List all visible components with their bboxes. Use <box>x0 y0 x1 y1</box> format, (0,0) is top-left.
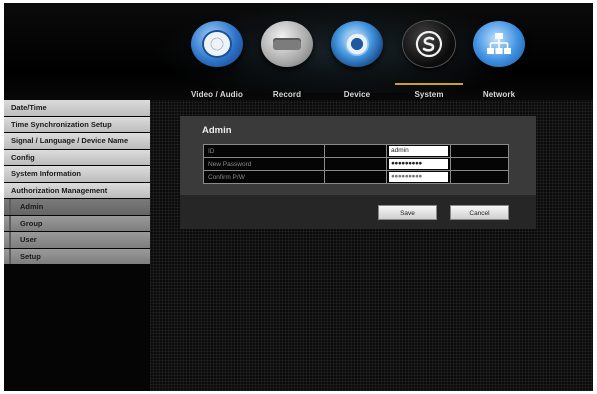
tab-record-label: Record <box>272 90 302 99</box>
tab-system-label: System <box>414 90 444 99</box>
sidebar-subitem-group[interactable]: Group <box>4 215 150 231</box>
sidebar-item-system-information[interactable]: System Information <box>4 166 150 182</box>
cancel-button[interactable]: Cancel <box>450 205 509 220</box>
new-password-label: New Password <box>203 157 325 171</box>
form-row-new-password: New Password ●●●●●●●●● <box>203 157 509 171</box>
admin-form-table: ID admin New Password ●●●●●●●●● Confirm … <box>203 144 509 184</box>
form-row-id: ID admin <box>203 144 509 158</box>
tab-video-audio[interactable]: Video / Audio <box>177 21 257 100</box>
panel-title: Admin <box>202 125 232 136</box>
tab-system[interactable]: System <box>389 21 469 100</box>
form-spacer-cell <box>450 157 509 171</box>
hard-drive-icon <box>261 21 313 67</box>
sidebar-item-date-time[interactable]: Date/Time <box>4 100 150 116</box>
settings-sidebar: Date/Time Time Synchronization Setup Sig… <box>4 100 150 265</box>
tab-record[interactable]: Record <box>247 21 327 100</box>
form-spacer-cell <box>450 170 509 184</box>
device-gear-icon <box>331 21 383 67</box>
sidebar-item-config[interactable]: Config <box>4 149 150 165</box>
new-password-field[interactable]: ●●●●●●●●● <box>389 159 448 169</box>
top-menu-bar: Video / Audio Record Device System Netwo… <box>4 3 593 100</box>
confirm-password-field[interactable]: ●●●●●●●●● <box>389 172 448 182</box>
content-area: Admin ID admin New Password ●●●●●●●●● Co… <box>150 100 593 391</box>
form-spacer-cell <box>324 157 387 171</box>
button-bar: Save Cancel <box>180 195 536 229</box>
tab-network[interactable]: Network <box>459 21 539 100</box>
tab-network-label: Network <box>482 90 516 99</box>
confirm-password-cell: ●●●●●●●●● <box>386 170 451 184</box>
form-row-confirm-password: Confirm P/W ●●●●●●●●● <box>203 170 509 184</box>
sidebar-subitem-user[interactable]: User <box>4 232 150 248</box>
sidebar-subitem-setup[interactable]: Setup <box>4 248 150 264</box>
id-cell: admin <box>386 144 451 158</box>
new-password-cell: ●●●●●●●●● <box>386 157 451 171</box>
dvr-window: Video / Audio Record Device System Netwo… <box>4 3 593 391</box>
tab-video-audio-label: Video / Audio <box>191 90 243 99</box>
id-field[interactable]: admin <box>389 146 448 156</box>
tab-device-label: Device <box>343 90 371 99</box>
form-spacer-cell <box>324 170 387 184</box>
system-s-icon <box>403 21 455 67</box>
video-reel-icon <box>191 21 243 67</box>
form-spacer-cell <box>450 144 509 158</box>
form-spacer-cell <box>324 144 387 158</box>
sidebar-item-time-sync[interactable]: Time Synchronization Setup <box>4 116 150 132</box>
sidebar-subitem-admin[interactable]: Admin <box>4 199 150 215</box>
selected-tab-indicator <box>395 83 463 85</box>
network-icon <box>473 21 525 67</box>
confirm-password-label: Confirm P/W <box>203 170 325 184</box>
admin-panel: Admin ID admin New Password ●●●●●●●●● Co… <box>180 116 536 195</box>
id-label: ID <box>203 144 325 158</box>
tab-device[interactable]: Device <box>317 21 397 100</box>
sidebar-item-authorization-management[interactable]: Authorization Management <box>4 182 150 198</box>
sidebar-item-signal-language[interactable]: Signal / Language / Device Name <box>4 133 150 149</box>
save-button[interactable]: Save <box>378 205 437 220</box>
